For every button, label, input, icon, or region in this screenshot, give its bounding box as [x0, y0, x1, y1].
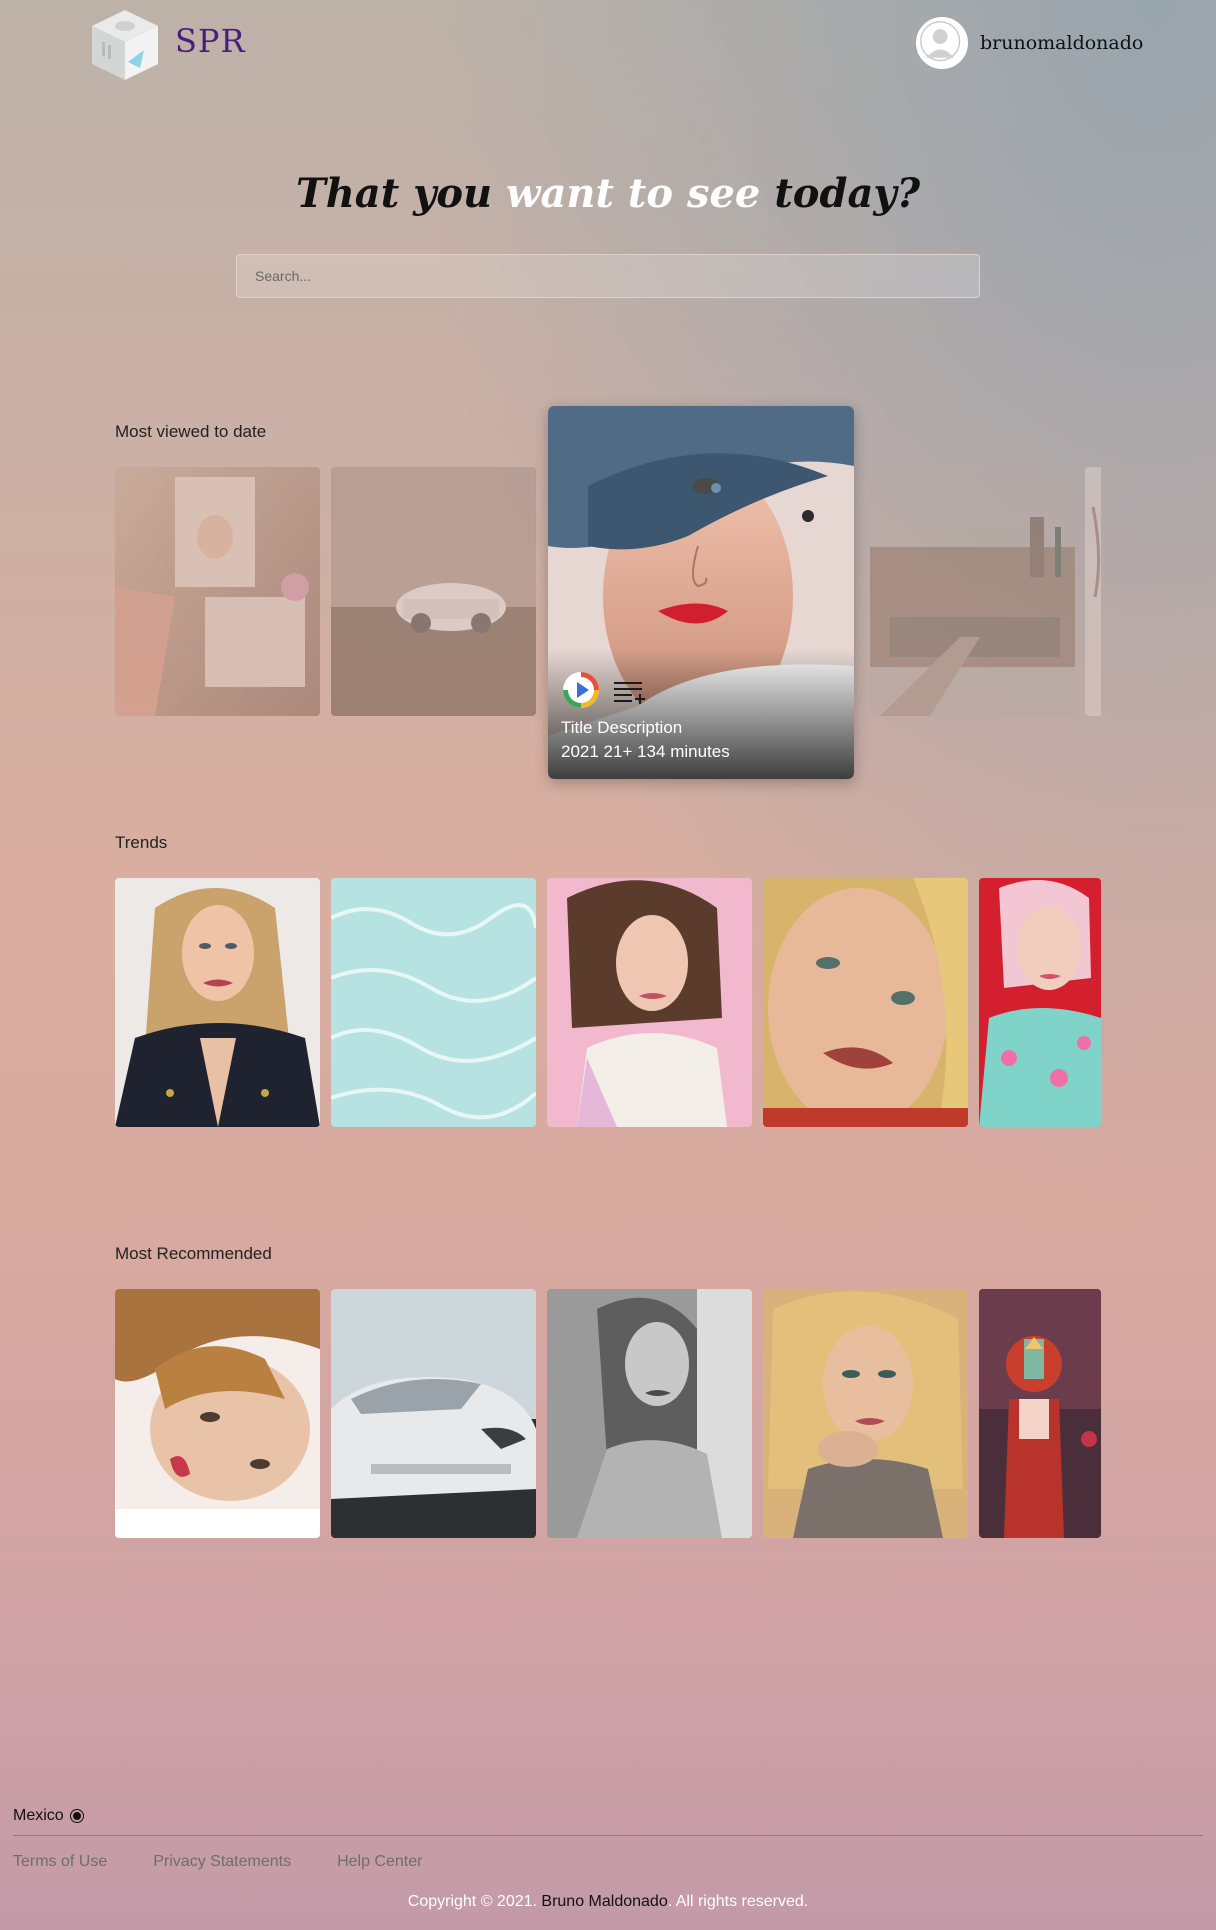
recommended-row [115, 1289, 1101, 1539]
copyright: Copyright © 2021. Bruno Maldonado. All r… [0, 1893, 1216, 1911]
radio-icon[interactable] [69, 1809, 84, 1823]
play-icon[interactable] [562, 671, 600, 709]
footer-link-privacy[interactable]: Privacy Statements [153, 1853, 291, 1871]
footer-link-help[interactable]: Help Center [337, 1853, 422, 1871]
hero-title-part1: That you [295, 170, 507, 217]
media-card[interactable] [547, 1289, 752, 1538]
copyright-owner: Bruno Maldonado [541, 1893, 668, 1910]
media-card[interactable] [763, 1289, 968, 1538]
country-selector[interactable]: Mexico [13, 1807, 84, 1825]
search-input[interactable] [236, 254, 980, 298]
hero-title: That you want to see today? [0, 170, 1216, 217]
brand-name[interactable]: SPR [175, 22, 246, 60]
media-card[interactable] [979, 1289, 1101, 1538]
featured-card[interactable]: Title Description 2021 21+ 134 minutes [548, 406, 854, 779]
media-card[interactable] [115, 467, 320, 716]
footer-divider [13, 1835, 1203, 1836]
username[interactable]: brunomaldonado [980, 32, 1143, 54]
copyright-prefix: Copyright © 2021. [407, 1893, 542, 1910]
trends-row [115, 878, 1101, 1128]
section-title-most-viewed: Most viewed to date [115, 422, 267, 441]
media-card[interactable] [870, 467, 1075, 716]
footer-links: Terms of Use Privacy Statements Help Cen… [13, 1853, 468, 1871]
media-card[interactable] [1085, 467, 1101, 716]
media-card[interactable] [331, 1289, 536, 1538]
media-card[interactable] [979, 878, 1101, 1127]
playlist-add-icon[interactable] [614, 680, 646, 704]
user-menu[interactable]: brunomaldonado [916, 17, 1143, 69]
media-card[interactable] [115, 878, 320, 1127]
avatar[interactable] [916, 17, 968, 69]
featured-title: Title Description [561, 718, 683, 737]
footer-link-terms[interactable]: Terms of Use [13, 1853, 107, 1871]
header: SPR brunomaldonado [0, 0, 1216, 90]
featured-meta: 2021 21+ 134 minutes [561, 742, 730, 761]
logo-icon[interactable] [88, 6, 162, 82]
country-label: Mexico [13, 1807, 64, 1824]
hero-title-part2: today? [760, 170, 921, 217]
hero-title-highlight: want to see [506, 170, 761, 217]
media-card[interactable] [115, 1289, 320, 1538]
copyright-suffix: . All rights reserved. [667, 1893, 809, 1910]
media-card[interactable] [331, 467, 536, 716]
media-card[interactable] [763, 878, 968, 1127]
section-title-trends: Trends [115, 833, 168, 852]
section-title-recommended: Most Recommended [115, 1244, 272, 1263]
media-card[interactable] [331, 878, 536, 1127]
media-card[interactable] [547, 878, 752, 1127]
